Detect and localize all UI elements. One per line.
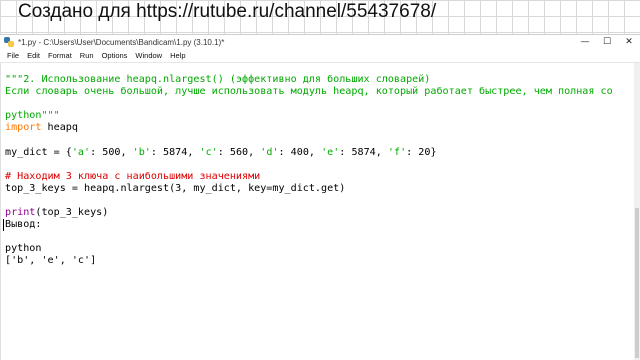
window-titlebar: *1.py - C:\Users\User\Documents\Bandicam… <box>0 34 640 49</box>
menu-bar: File Edit Format Run Options Window Help <box>0 49 640 63</box>
code-line-output-list: ['b', 'e', 'c'] <box>5 255 96 267</box>
code-line-dict: my_dict = {'a': 500, 'b': 5874, 'c': 560… <box>5 147 437 159</box>
dict-key: 'f' <box>387 147 407 158</box>
dict-key: 'b' <box>132 147 151 158</box>
window-title: *1.py - C:\Users\User\Documents\Bandicam… <box>18 37 225 47</box>
import-keyword: import <box>5 122 42 133</box>
text-cursor <box>3 219 4 231</box>
close-button[interactable]: ✕ <box>618 35 640 49</box>
code-line-print: print(top_3_keys) <box>5 207 108 219</box>
code-line-import: import heapq <box>5 122 78 134</box>
code-line-docstring-end: python""" <box>5 110 60 121</box>
code-line-output-label: Вывод: <box>5 219 42 230</box>
scrollbar-thumb[interactable] <box>635 208 639 358</box>
code-line-nlargest: top_3_keys = heapq.nlargest(3, my_dict, … <box>5 183 346 194</box>
code-line-output-python: python <box>5 243 42 254</box>
minimize-button[interactable]: — <box>574 35 596 49</box>
dict-key: 'e' <box>321 147 340 158</box>
dict-value: : 500, <box>90 147 133 158</box>
dict-assign: my_dict = { <box>5 147 72 158</box>
dict-value: : 20} <box>406 147 437 158</box>
code-line-docstring-body: Если словарь очень большой, лучше исполь… <box>5 86 613 97</box>
menu-format[interactable]: Format <box>44 51 76 60</box>
dict-key: 'c' <box>199 147 218 158</box>
menu-edit[interactable]: Edit <box>23 51 44 60</box>
watermark-text: Создано для https://rutube.ru/channel/55… <box>18 1 437 22</box>
code-line-comment: # Находим 3 ключа с наибольшими значения… <box>5 171 261 182</box>
vertical-scrollbar[interactable] <box>634 63 640 360</box>
watermark-banner: Создано для https://rutube.ru/channel/55… <box>0 0 640 34</box>
menu-help[interactable]: Help <box>166 51 189 60</box>
code-line-docstring-title: """2. Использование heapq.nlargest() (эф… <box>5 74 431 85</box>
dict-value: : 400, <box>278 147 322 158</box>
menu-file[interactable]: File <box>3 51 23 60</box>
menu-window[interactable]: Window <box>131 51 166 60</box>
python-idle-icon <box>4 37 14 47</box>
dict-value: : 5874, <box>150 147 200 158</box>
dict-key: 'a' <box>71 147 91 158</box>
import-module: heapq <box>41 122 78 133</box>
dict-key: 'd' <box>260 147 279 158</box>
code-editor[interactable]: """2. Использование heapq.nlargest() (эф… <box>0 63 634 360</box>
output-list: ['b', 'e', 'c'] <box>5 255 97 266</box>
menu-options[interactable]: Options <box>98 51 132 60</box>
print-builtin: print <box>5 207 36 218</box>
dict-value: : 5874, <box>339 147 388 158</box>
maximize-button[interactable]: ☐ <box>596 35 618 49</box>
print-args: (top_3_keys) <box>35 207 109 218</box>
dict-value: : 560, <box>217 147 261 158</box>
menu-run[interactable]: Run <box>76 51 98 60</box>
